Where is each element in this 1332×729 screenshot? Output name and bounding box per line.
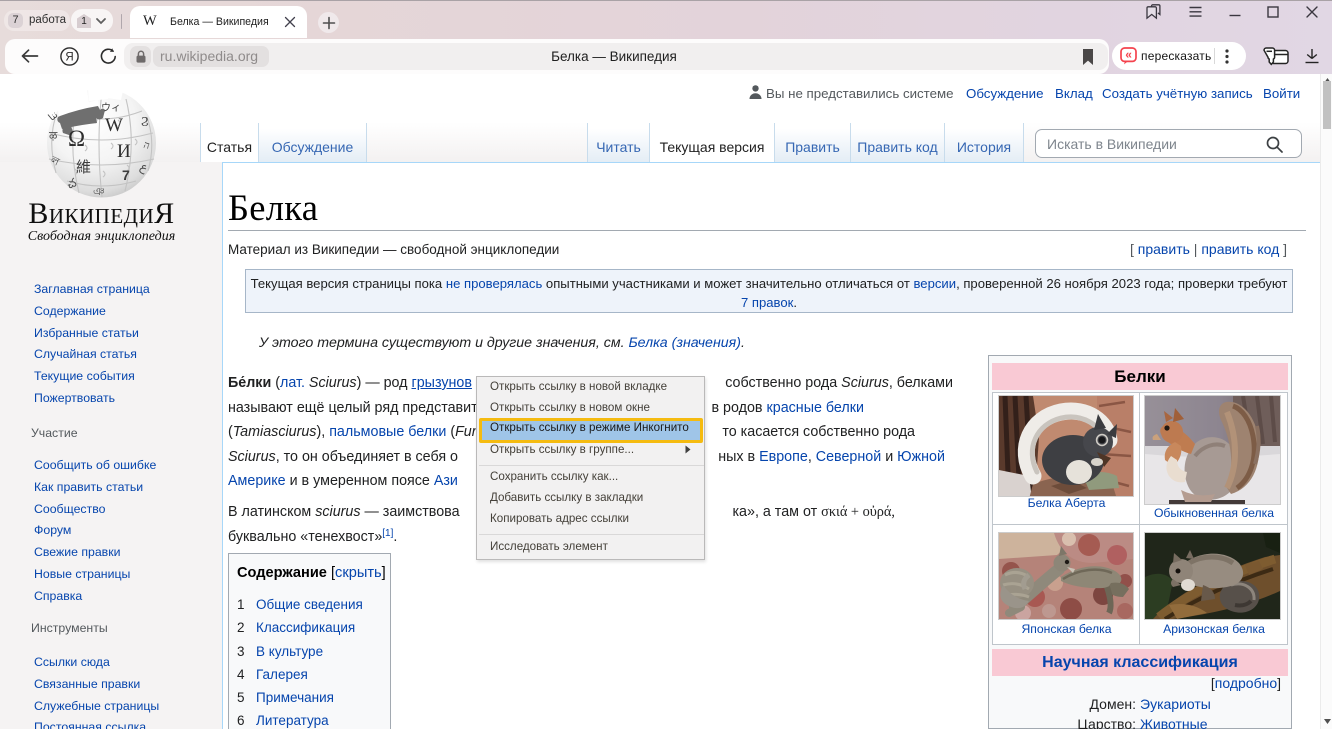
svg-text:«: « [1125, 48, 1132, 62]
svg-text:7: 7 [122, 167, 130, 183]
svg-text:Ω: Ω [68, 126, 85, 151]
svg-text:И: И [117, 141, 131, 162]
svg-text:ウィ: ウィ [101, 102, 121, 114]
svg-text:維: 維 [76, 159, 91, 176]
svg-text:W: W [105, 115, 123, 136]
svg-text:Ϩ: Ϩ [141, 115, 149, 130]
svg-text:ऴ: ऴ [49, 130, 58, 142]
svg-text:Я: Я [65, 52, 73, 64]
